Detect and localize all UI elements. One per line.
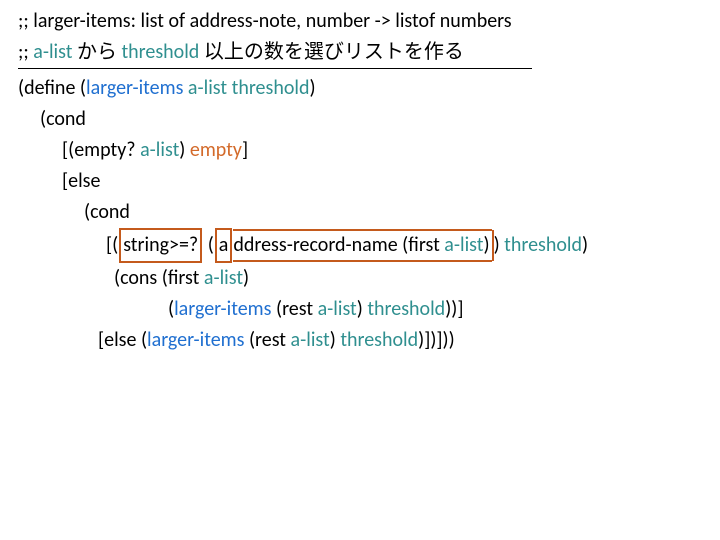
highlight-box-left-initial: a xyxy=(215,228,233,263)
comment-arg-threshold: threshold xyxy=(121,40,199,64)
comment-arg-a-list: a-list xyxy=(33,40,72,64)
comment-line-1: ;; larger-items: list of address-note, n… xyxy=(18,6,512,37)
code-line-cond: (cond xyxy=(18,104,720,135)
arg-a-list: a-list xyxy=(204,266,243,290)
code-line-inner-cond: (cond xyxy=(18,197,720,228)
code-text: ) xyxy=(582,233,588,257)
arg-threshold: threshold xyxy=(367,297,445,321)
box-text: a xyxy=(219,233,229,257)
highlight-box-accessor: ddress-record-name (first a-list) xyxy=(233,230,493,261)
arg-threshold: threshold xyxy=(340,328,418,352)
arg-a-list: a-list xyxy=(188,76,227,100)
comment-line-2: ;; a-list から threshold 以上の数を選びリストを作る xyxy=(18,37,512,68)
code-text: (rest xyxy=(271,297,317,321)
code-text: (cond xyxy=(84,200,130,224)
code-text: ] xyxy=(242,138,248,162)
arg-a-list: a-list xyxy=(444,233,483,257)
code-text: ) xyxy=(243,266,249,290)
arg-a-list: a-list xyxy=(291,328,330,352)
code-line-empty-case: [(empty? a-list) empty] xyxy=(18,135,720,166)
code-line-define: (define (larger-items a-list threshold) xyxy=(18,73,720,104)
code-line-predicate: [(string>=? (address-record-name (first … xyxy=(18,228,720,263)
code-text: ))] xyxy=(445,297,463,321)
code-text: [else ( xyxy=(98,328,147,352)
code-line-cons: (cons (first a-list) xyxy=(18,263,720,294)
code-slide: ;; larger-items: list of address-note, n… xyxy=(0,0,720,540)
code-text: ) xyxy=(357,297,368,321)
arg-a-list: a-list xyxy=(140,138,179,162)
fn-name: larger-items xyxy=(174,297,271,321)
code-text: (define ( xyxy=(18,76,86,100)
code-text: (cond xyxy=(40,107,86,131)
code-line-recurse-1: (larger-items (rest a-list) threshold))] xyxy=(18,294,720,325)
fn-name: larger-items xyxy=(147,328,244,352)
code-text: (cons (first xyxy=(114,266,204,290)
arg-a-list: a-list xyxy=(318,297,357,321)
code-line-else: [else xyxy=(18,166,720,197)
code-text: ( xyxy=(203,233,214,257)
code-text: [(empty? xyxy=(62,138,140,162)
fn-name: larger-items xyxy=(86,76,183,100)
code-text: [else xyxy=(62,169,100,193)
code-text: ) xyxy=(330,328,341,352)
code-text: ) xyxy=(309,76,315,100)
code-text: ) xyxy=(179,138,190,162)
box-text: ddress-record-name (first xyxy=(233,233,444,257)
empty-literal: empty xyxy=(190,138,242,162)
code-text: )])])) xyxy=(418,328,455,352)
code-text: [( xyxy=(106,233,118,257)
arg-threshold: threshold xyxy=(232,76,310,100)
highlight-box-string-ge: string>=? xyxy=(119,228,202,263)
comment-mid: から xyxy=(72,40,121,64)
arg-threshold: threshold xyxy=(504,233,582,257)
code-text: ) xyxy=(494,233,505,257)
comment-prefix: ;; xyxy=(18,40,33,64)
comment-block: ;; larger-items: list of address-note, n… xyxy=(18,6,532,69)
code-line-recurse-2: [else (larger-items (rest a-list) thresh… xyxy=(18,325,720,356)
box-text: string>=? xyxy=(123,233,198,257)
code-text: (rest xyxy=(244,328,290,352)
comment-text: ;; larger-items: list of address-note, n… xyxy=(18,9,512,33)
code-text: ) xyxy=(483,233,489,257)
comment-suffix: 以上の数を選びリストを作る xyxy=(199,40,464,64)
